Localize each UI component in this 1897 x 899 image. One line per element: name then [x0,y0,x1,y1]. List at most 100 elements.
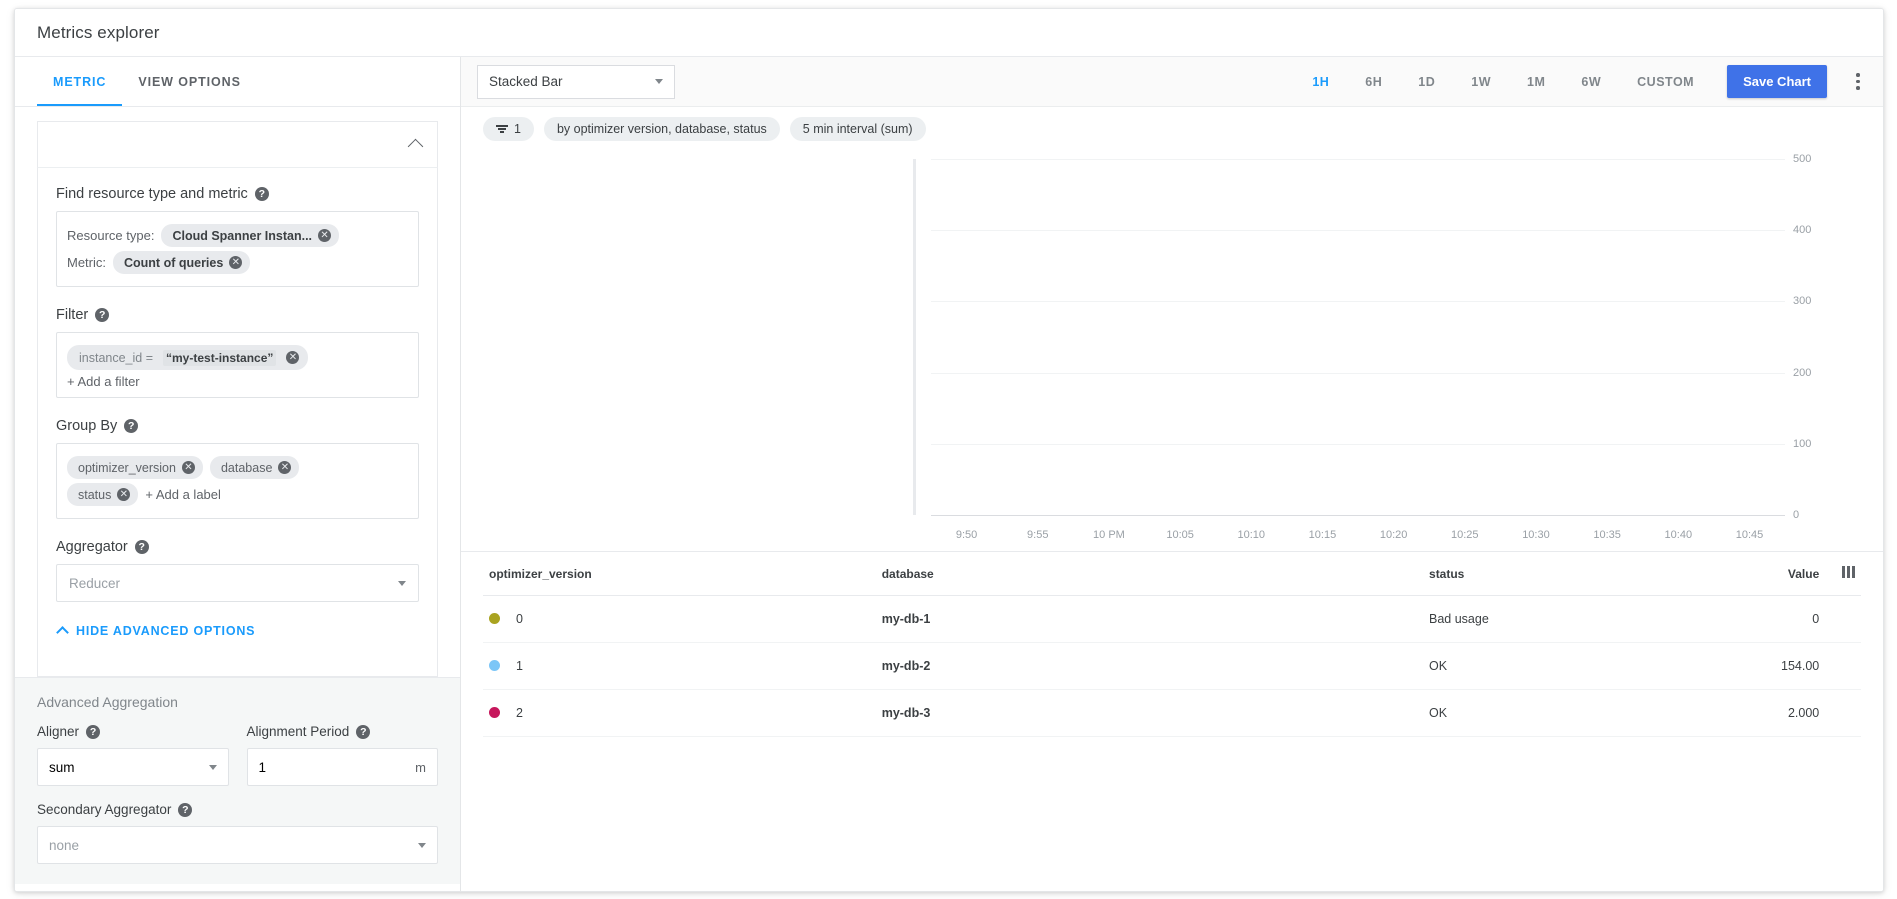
secondary-aggregator-label-text: Secondary Aggregator [37,802,171,817]
chevron-down-icon [655,79,663,84]
x-axis-tick-label: 10 PM [1073,529,1144,541]
optimizer-version-value: 0 [516,612,523,626]
range-button-6w[interactable]: 6W [1568,69,1614,95]
table-row[interactable]: 2my-db-3OK2.000 [483,690,1861,737]
help-icon[interactable]: ? [95,308,109,322]
aggregator-placeholder: Reducer [69,576,120,591]
x-axis-tick-label: 10:15 [1287,529,1358,541]
column-header-optimizer-version[interactable]: optimizer_version [483,552,876,596]
metric-form-card: Find resource type and metric ? Resource… [37,167,438,677]
y-axis-tick-label: 0 [1793,509,1837,521]
column-header-status[interactable]: status [1423,552,1775,596]
aggregator-select[interactable]: Reducer [56,564,419,602]
aligner-label: Aligner ? [37,724,229,739]
add-label-link[interactable]: + Add a label [145,487,221,502]
tab-view-options[interactable]: VIEW OPTIONS [122,57,256,106]
metric-chip[interactable]: Count of queries ✕ [113,251,250,274]
group-by-summary-chip[interactable]: by optimizer version, database, status [544,117,780,141]
cell-spacer [1825,690,1861,737]
cell-database: my-db-2 [876,643,1423,690]
group-by-box: optimizer_version ✕ database ✕ status [56,443,419,519]
group-by-chip-row-2: status ✕ + Add a label [67,483,408,506]
range-button-1m[interactable]: 1M [1514,69,1558,95]
help-icon[interactable]: ? [124,419,138,433]
interval-summary-chip[interactable]: 5 min interval (sum) [790,117,926,141]
column-header-database[interactable]: database [876,552,1423,596]
columns-icon[interactable] [1842,566,1855,578]
range-button-6h[interactable]: 6H [1352,69,1395,95]
filter-icon [496,125,508,133]
gridline [931,515,1785,516]
close-icon[interactable]: ✕ [117,488,130,501]
metric-config-panel: METRIC VIEW OPTIONS Find resource type a… [15,57,461,891]
resource-type-chip[interactable]: Cloud Spanner Instan... ✕ [161,224,339,247]
secondary-aggregator-select[interactable]: none [37,826,438,864]
help-icon[interactable]: ? [135,540,149,554]
cell-database: my-db-3 [876,690,1423,737]
legend-table-container: optimizer_version database status Value … [461,551,1883,737]
tab-metric[interactable]: METRIC [37,57,122,106]
save-chart-button[interactable]: Save Chart [1727,65,1827,98]
group-by-chip-status[interactable]: status ✕ [67,483,138,506]
cell-status: OK [1423,643,1775,690]
aggregator-label-text: Aggregator [56,539,128,555]
legend-header-row: optimizer_version database status Value [483,552,1861,596]
tab-metric-label: METRIC [53,75,106,89]
group-by-chip-label: optimizer_version [78,461,176,475]
filter-count-chip[interactable]: 1 [483,117,534,141]
column-chooser-cell[interactable] [1825,552,1861,596]
group-by-chip-database[interactable]: database ✕ [210,456,299,479]
series-color-dot [489,613,500,624]
group-by-chip-optimizer-version[interactable]: optimizer_version ✕ [67,456,203,479]
legend-table-body: 0my-db-1Bad usage01my-db-2OK154.002my-db… [483,596,1861,737]
help-icon[interactable]: ? [356,725,370,739]
bar-slot [1719,159,1785,515]
range-button-1d[interactable]: 1D [1405,69,1448,95]
add-filter-link[interactable]: + Add a filter [67,374,408,389]
filter-chip[interactable]: instance_id = “my-test-instance” ✕ [67,345,308,370]
cell-optimizer-version: 2 [483,690,876,737]
close-icon[interactable]: ✕ [182,461,195,474]
range-button-1h[interactable]: 1H [1299,69,1342,95]
range-button-custom[interactable]: CUSTOM [1624,69,1707,95]
table-row[interactable]: 1my-db-2OK154.00 [483,643,1861,690]
column-header-value[interactable]: Value [1775,552,1825,596]
chart-chip-bar: 1 by optimizer version, database, status… [461,107,1883,151]
table-row[interactable]: 0my-db-1Bad usage0 [483,596,1861,643]
close-icon[interactable]: ✕ [278,461,291,474]
filter-label: Filter ? [56,307,419,323]
chart-panel: Stacked Bar 1H 6H 1D 1W 1M 6W CUSTOM Sav… [461,57,1883,891]
collapse-header[interactable] [37,121,438,167]
y-axis-tick-label: 400 [1793,224,1837,236]
hide-advanced-options-label: HIDE ADVANCED OPTIONS [76,624,255,638]
more-options-icon[interactable] [1847,73,1869,90]
alignment-period-value: 1 [259,760,267,775]
secondary-aggregator-label: Secondary Aggregator ? [37,802,438,817]
resource-metric-box: Resource type: Cloud Spanner Instan... ✕… [56,211,419,287]
help-icon[interactable]: ? [178,803,192,817]
x-axis-tick-label: 10:30 [1500,529,1571,541]
chart-bars [931,159,1785,515]
y-axis-tick-label: 300 [1793,295,1837,307]
close-icon[interactable]: ✕ [229,256,242,269]
cell-value: 0 [1775,596,1825,643]
hide-advanced-options-toggle[interactable]: HIDE ADVANCED OPTIONS [58,624,419,638]
alignment-period-input[interactable]: 1 m [247,748,439,786]
aligner-select[interactable]: sum [37,748,229,786]
close-icon[interactable]: ✕ [318,229,331,242]
chart-x-axis: 9:509:5510 PM10:0510:1010:1510:2010:2510… [931,529,1785,541]
tab-view-options-label: VIEW OPTIONS [138,75,240,89]
bar-slot [1259,159,1325,515]
metric-key: Metric: [67,255,106,270]
help-icon[interactable]: ? [255,187,269,201]
chart-type-select[interactable]: Stacked Bar [477,65,675,99]
chart-left-edge [913,159,916,515]
close-icon[interactable]: ✕ [286,351,299,364]
aggregator-label: Aggregator ? [56,539,419,555]
bar-slot [997,159,1063,515]
range-button-1w[interactable]: 1W [1458,69,1504,95]
advanced-aggregation-section: Advanced Aggregation Aligner ? sum [15,677,460,884]
alignment-period-column: Alignment Period ? 1 m [247,724,439,786]
group-by-chip-label: database [221,461,272,475]
help-icon[interactable]: ? [86,725,100,739]
